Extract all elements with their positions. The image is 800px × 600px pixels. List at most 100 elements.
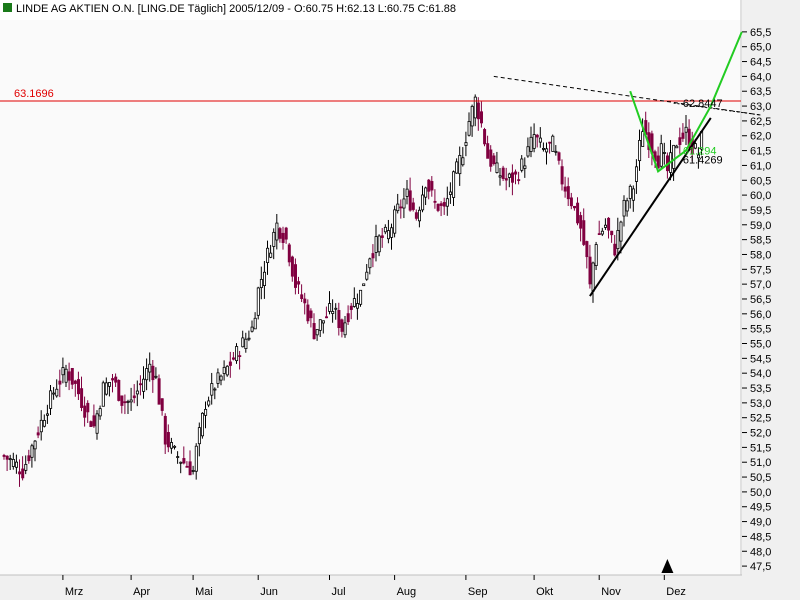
candle-down xyxy=(293,264,297,288)
candle-down xyxy=(120,395,124,406)
candle-up xyxy=(545,148,549,153)
candle-down xyxy=(492,155,496,165)
candle-up xyxy=(142,378,146,392)
candle-up xyxy=(61,367,65,376)
candle-up xyxy=(498,175,502,178)
candle-up xyxy=(210,383,214,396)
month-label: Mai xyxy=(195,586,213,598)
candle-up xyxy=(266,247,270,264)
month-label: Nov xyxy=(601,586,621,598)
candle-up xyxy=(628,185,632,199)
candle-down xyxy=(408,190,412,211)
candle-up xyxy=(355,303,359,309)
price-tick-label: 62,5 xyxy=(750,116,771,128)
candle-down xyxy=(380,235,384,238)
candle-down xyxy=(371,253,375,259)
price-tick-label: 61,0 xyxy=(750,160,771,172)
candle-up xyxy=(526,146,530,157)
symbol-icon xyxy=(3,3,12,12)
candle-up xyxy=(179,461,183,464)
candle-down xyxy=(188,461,192,476)
candle-up xyxy=(638,139,642,162)
candle-up xyxy=(659,143,663,167)
candle-up xyxy=(135,390,139,395)
candle-down xyxy=(160,398,164,411)
candle-up xyxy=(30,445,34,458)
candle-down xyxy=(80,388,84,408)
price-tick-label: 57,0 xyxy=(750,279,771,291)
candle-up xyxy=(24,463,28,471)
candle-up xyxy=(405,188,409,197)
candle-up xyxy=(33,440,37,450)
candle-up xyxy=(318,319,322,331)
candle-up xyxy=(64,368,68,383)
stock-chart: LINDE AG AKTIEN O.N. [LING.DE Täglich] 2… xyxy=(0,0,800,600)
plot-area[interactable] xyxy=(0,20,740,575)
candle-down xyxy=(579,215,583,229)
price-tick-label: 50,0 xyxy=(750,487,771,499)
candle-up xyxy=(343,322,347,336)
candle-down xyxy=(489,149,493,167)
candle-up xyxy=(662,152,666,154)
candle-up xyxy=(604,224,608,228)
price-tick-label: 54,0 xyxy=(750,368,771,380)
candle-up xyxy=(352,298,356,307)
price-tick-label: 60,5 xyxy=(750,175,771,187)
candle-up xyxy=(390,227,394,238)
candle-down xyxy=(231,357,235,360)
candle-down xyxy=(138,383,142,386)
candle-up xyxy=(46,413,50,416)
candle-down xyxy=(36,432,40,436)
candle-up xyxy=(148,363,152,373)
candle-up xyxy=(126,400,130,403)
candle-up xyxy=(328,303,332,312)
candle-up xyxy=(253,317,257,330)
candle-up xyxy=(95,413,99,434)
time-axis-panel[interactable] xyxy=(0,575,742,600)
candle-down xyxy=(132,395,136,399)
month-label: Jun xyxy=(260,586,278,598)
candle-down xyxy=(476,102,480,120)
candle-down xyxy=(306,304,310,322)
candle-down xyxy=(566,186,570,200)
price-tick-label: 63,5 xyxy=(750,86,771,98)
candle-down xyxy=(5,455,9,460)
candle-up xyxy=(250,326,254,332)
candle-down xyxy=(439,203,443,206)
candle-up xyxy=(191,470,195,472)
price-tick-label: 55,5 xyxy=(750,324,771,336)
candle-down xyxy=(399,206,403,209)
candle-up xyxy=(204,408,208,416)
candle-down xyxy=(514,171,518,175)
candle-down xyxy=(411,202,415,210)
price-tick-label: 48,0 xyxy=(750,546,771,558)
candle-up xyxy=(145,368,149,381)
price-tick-label: 59,5 xyxy=(750,205,771,217)
candle-up xyxy=(386,230,390,240)
candle-down xyxy=(92,415,96,427)
candle-up xyxy=(421,194,425,211)
candle-down xyxy=(2,454,6,457)
candle-up xyxy=(554,150,558,153)
candle-up xyxy=(402,198,406,209)
candle-up xyxy=(532,134,536,149)
candle-up xyxy=(213,388,217,391)
month-label: Aug xyxy=(397,586,417,598)
candle-down xyxy=(166,432,170,448)
candle-down xyxy=(21,468,25,479)
candle-up xyxy=(523,165,527,169)
candle-up xyxy=(269,252,273,258)
candle-up xyxy=(219,375,223,381)
candle-up xyxy=(424,187,428,198)
price-tick-label: 49,5 xyxy=(750,502,771,514)
month-label: Sep xyxy=(468,586,488,598)
candle-up xyxy=(154,375,158,378)
candle-down xyxy=(610,230,614,236)
candle-up xyxy=(55,388,59,397)
price-tick-label: 54,5 xyxy=(750,353,771,365)
candle-up xyxy=(455,161,459,174)
candle-up xyxy=(173,445,177,448)
candle-down xyxy=(340,319,344,332)
candle-up xyxy=(262,271,266,286)
candle-up xyxy=(169,442,173,449)
